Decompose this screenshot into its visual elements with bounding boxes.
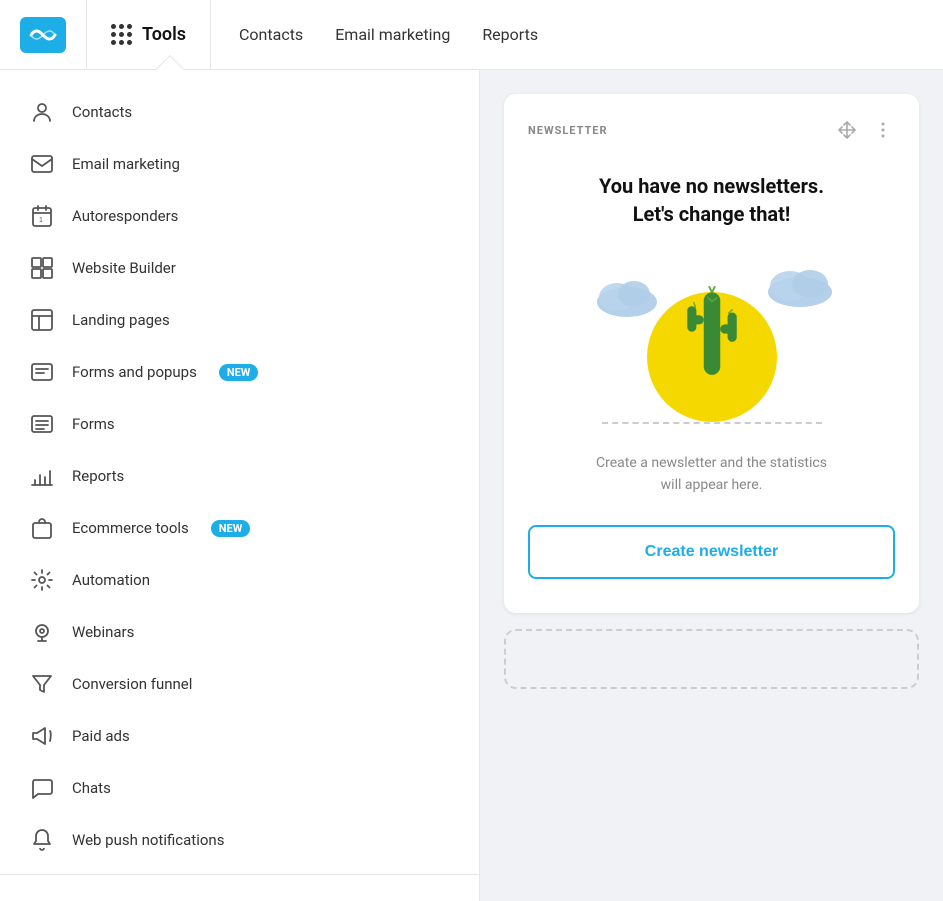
sidebar-item-conversion-funnel[interactable]: Conversion funnel <box>0 658 479 710</box>
cloud-right <box>762 262 837 311</box>
list-icon <box>28 410 56 438</box>
main-layout: Contacts Email marketing 1 <box>0 70 943 901</box>
funnel-icon <box>28 670 56 698</box>
conversion-funnel-label: Conversion funnel <box>72 675 192 693</box>
card-title: NEWSLETTER <box>528 124 608 137</box>
grid-icon <box>28 254 56 282</box>
sidebar-item-landing-pages[interactable]: Landing pages <box>0 294 479 346</box>
forms-label: Forms <box>72 415 115 433</box>
bag-icon <box>28 514 56 542</box>
svg-text:1: 1 <box>39 217 43 224</box>
card-header: NEWSLETTER <box>528 118 895 142</box>
sidebar-item-autoresponders[interactable]: 1 Autoresponders <box>0 190 479 242</box>
website-builder-label: Website Builder <box>72 259 176 277</box>
sidebar-item-email-marketing[interactable]: Email marketing <box>0 138 479 190</box>
calendar-icon: 1 <box>28 202 56 230</box>
gear-icon <box>28 566 56 594</box>
email-marketing-label: Email marketing <box>72 155 180 173</box>
sidebar-item-forms[interactable]: Forms <box>0 398 479 450</box>
nav-email-marketing[interactable]: Email marketing <box>335 25 450 44</box>
sidebar-item-forms-popups[interactable]: Forms and popups NEW <box>0 346 479 398</box>
nav-contacts[interactable]: Contacts <box>239 25 303 44</box>
paid-ads-label: Paid ads <box>72 727 130 745</box>
form-icon <box>28 358 56 386</box>
sidebar-item-website-builder[interactable]: Website Builder <box>0 242 479 294</box>
empty-state: You have no newsletters.Let's change tha… <box>528 162 895 589</box>
ecommerce-badge: NEW <box>211 520 251 537</box>
sidebar-item-contacts[interactable]: Contacts <box>0 86 479 138</box>
sidebar-item-chats[interactable]: Chats <box>0 762 479 814</box>
card-actions <box>835 118 895 142</box>
illustration <box>528 252 895 432</box>
automation-label: Automation <box>72 571 150 589</box>
contacts-label: Contacts <box>72 103 132 121</box>
sidebar-item-paid-ads[interactable]: Paid ads <box>0 710 479 762</box>
web-push-label: Web push notifications <box>72 831 224 849</box>
chart-icon <box>28 462 56 490</box>
cactus <box>667 274 757 388</box>
sidebar: Contacts Email marketing 1 <box>0 70 480 901</box>
envelope-icon <box>28 150 56 178</box>
content-area: NEWSLETTER <box>480 70 943 901</box>
desert-scene <box>582 262 842 432</box>
webcam-icon <box>28 618 56 646</box>
logo-icon <box>20 17 66 53</box>
chats-label: Chats <box>72 779 111 797</box>
sidebar-item-automation[interactable]: Automation <box>0 554 479 606</box>
ground-line <box>602 422 822 424</box>
reports-label: Reports <box>72 467 124 485</box>
landing-pages-label: Landing pages <box>72 311 170 329</box>
forms-popups-badge: NEW <box>219 364 259 381</box>
layout-icon <box>28 306 56 334</box>
forms-popups-label: Forms and popups <box>72 363 197 381</box>
person-icon <box>28 98 56 126</box>
autoresponders-label: Autoresponders <box>72 207 178 225</box>
sidebar-item-ecommerce[interactable]: Ecommerce tools NEW <box>0 502 479 554</box>
tools-grid-icon <box>111 24 132 45</box>
more-menu-icon[interactable] <box>871 118 895 142</box>
top-nav: Contacts Email marketing Reports <box>211 25 566 44</box>
tools-label: Tools <box>142 24 186 45</box>
cloud-left <box>592 272 662 321</box>
newsletter-card: NEWSLETTER <box>504 94 919 613</box>
move-icon[interactable] <box>835 118 859 142</box>
ecommerce-label: Ecommerce tools <box>72 519 189 537</box>
webinars-label: Webinars <box>72 623 134 641</box>
empty-title: You have no newsletters.Let's change tha… <box>528 172 895 228</box>
nav-reports[interactable]: Reports <box>482 25 538 44</box>
add-widget-placeholder[interactable] <box>504 629 919 689</box>
logo[interactable] <box>20 0 87 69</box>
megaphone-icon <box>28 722 56 750</box>
sidebar-divider <box>0 874 479 875</box>
sidebar-item-webinars[interactable]: Webinars <box>0 606 479 658</box>
sidebar-item-web-push[interactable]: Web push notifications <box>0 814 479 866</box>
empty-description: Create a newsletter and the statisticswi… <box>528 452 895 497</box>
bell-icon <box>28 826 56 854</box>
chat-icon <box>28 774 56 802</box>
topbar: Tools Contacts Email marketing Reports <box>0 0 943 70</box>
create-newsletter-button[interactable]: Create newsletter <box>528 525 895 579</box>
tools-menu[interactable]: Tools <box>87 0 211 69</box>
sidebar-item-reports[interactable]: Reports <box>0 450 479 502</box>
